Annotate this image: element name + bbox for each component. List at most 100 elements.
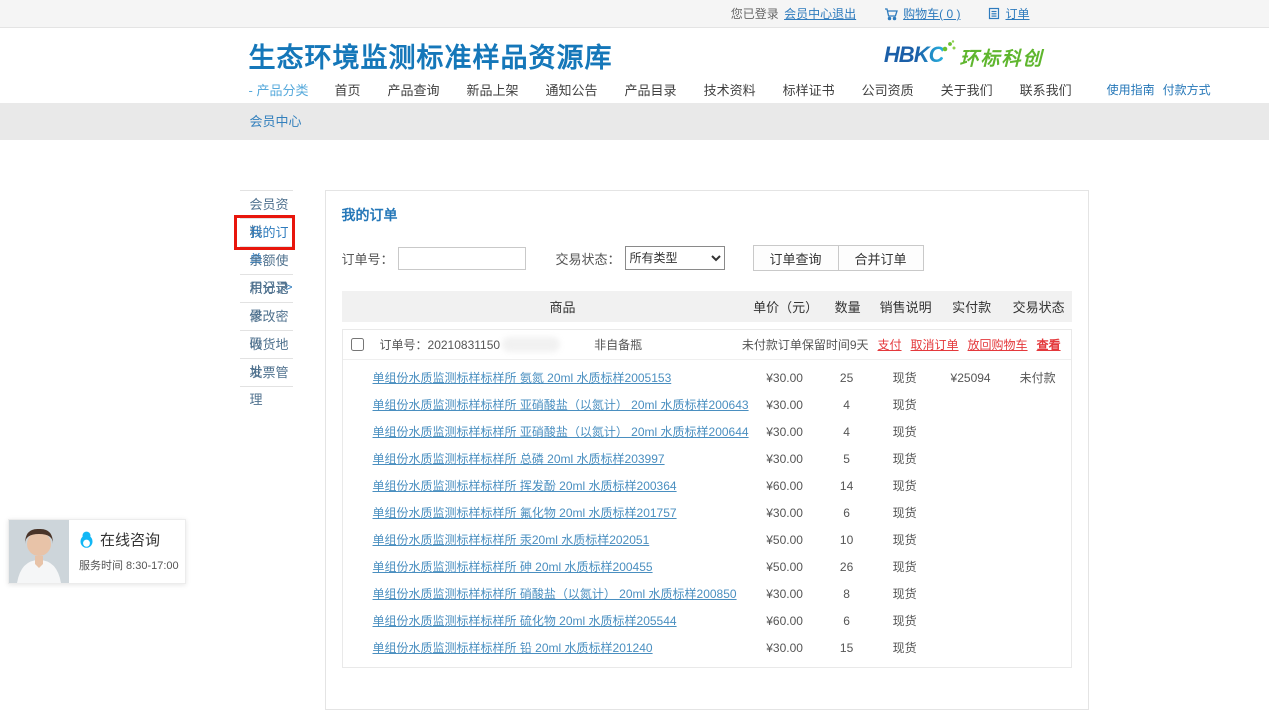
site-header: 生态环境监测标准样品资源库 HBKC 环标科创 - 产品分类 首页产品查询新品上…	[0, 28, 1269, 103]
chat-hours: 服务时间 8:30-17:00	[79, 557, 179, 573]
product-sale-note: 现货	[873, 558, 937, 575]
member-sidebar: 会员资料 我的订单> 余额使用记录 积分记录 修改密码 收货地址 发票管理	[240, 190, 293, 387]
product-row: 单组份水质监测标样标样所 氨氮 20ml 水质标样2005153 ¥30.00 …	[343, 364, 1071, 391]
sidebar-item-shipping-address[interactable]: 收货地址	[240, 331, 293, 359]
product-link[interactable]: 单组份水质监测标样标样所 总磷 20ml 水质标样203997	[351, 450, 749, 467]
order-number: 20210831150	[428, 338, 501, 352]
product-sale-note: 现货	[873, 639, 937, 656]
chat-title: 在线咨询	[100, 529, 160, 550]
product-price: ¥30.00	[749, 398, 821, 412]
status-label: 交易状态：	[556, 249, 621, 268]
product-paid-amount: ¥25094	[937, 371, 1005, 385]
cart-icon	[884, 7, 898, 21]
product-qty: 8	[821, 587, 873, 601]
product-price: ¥30.00	[749, 425, 821, 439]
nav-item[interactable]: 公司资质	[862, 80, 914, 99]
order-checkbox[interactable]	[351, 338, 364, 351]
product-qty: 4	[821, 425, 873, 439]
product-price: ¥30.00	[749, 371, 821, 385]
nav-item[interactable]: 产品查询	[388, 80, 440, 99]
breadcrumb-band: 会员中心	[0, 103, 1269, 140]
product-sale-note: 现货	[873, 531, 937, 548]
login-status: 您已登录 会员中心退出	[731, 5, 856, 22]
brand-logo: HBKC 环标科创	[884, 42, 1044, 71]
sidebar-item-points-records[interactable]: 积分记录	[240, 275, 293, 303]
product-row: 单组份水质监测标样标样所 氟化物 20ml 水质标样201757 ¥30.00 …	[343, 499, 1071, 526]
nav-item[interactable]: 产品目录	[625, 80, 677, 99]
product-link[interactable]: 单组份水质监测标样标样所 硫化物 20ml 水质标样205544	[351, 612, 749, 629]
product-row: 单组份水质监测标样标样所 亚硝酸盐（以氮计） 20ml 水质标样200643 ¥…	[343, 391, 1071, 418]
product-qty: 26	[821, 560, 873, 574]
product-price: ¥30.00	[749, 506, 821, 520]
product-row: 单组份水质监测标样标样所 硝酸盐（以氮计） 20ml 水质标样200850 ¥3…	[343, 580, 1071, 607]
hold-time-text: 未付款订单保留时间9天	[742, 336, 869, 353]
order-list-icon	[988, 7, 1000, 20]
chat-widget[interactable]: 在线咨询 服务时间 8:30-17:00	[8, 519, 186, 584]
status-select[interactable]: 所有类型	[625, 246, 725, 270]
product-row: 单组份水质监测标样标样所 挥发酚 20ml 水质标样200364 ¥60.00 …	[343, 472, 1071, 499]
nav-item[interactable]: 联系我们	[1020, 80, 1072, 99]
brand-abbr: HBKC	[884, 42, 944, 68]
product-link[interactable]: 单组份水质监测标样标样所 挥发酚 20ml 水质标样200364	[351, 477, 749, 494]
sidebar-item-my-orders[interactable]: 我的订单>	[240, 219, 293, 247]
sidebar-item-balance-records[interactable]: 余额使用记录	[240, 247, 293, 275]
sidebar-item-member-info[interactable]: 会员资料	[240, 191, 293, 219]
pay-link[interactable]: 支付	[878, 336, 902, 353]
header-unit-price: 单价（元）	[750, 297, 822, 316]
product-row: 单组份水质监测标样标样所 总磷 20ml 水质标样203997 ¥30.00 5…	[343, 445, 1071, 472]
product-link[interactable]: 单组份水质监测标样标样所 氟化物 20ml 水质标样201757	[351, 504, 749, 521]
product-qty: 5	[821, 452, 873, 466]
nav-item[interactable]: 通知公告	[546, 80, 598, 99]
header-trade-status: 交易状态	[1006, 297, 1072, 316]
nav-item[interactable]: 首页	[334, 80, 360, 99]
cancel-order-link[interactable]: 取消订单	[911, 336, 959, 353]
payment-method-link[interactable]: 付款方式	[1163, 81, 1211, 98]
product-link[interactable]: 单组份水质监测标样标样所 汞20ml 水质标样202051	[351, 531, 749, 548]
nav-item[interactable]: 标样证书	[783, 80, 835, 99]
product-price: ¥30.00	[749, 452, 821, 466]
nav-item[interactable]: 技术资料	[704, 80, 756, 99]
product-link[interactable]: 单组份水质监测标样标样所 亚硝酸盐（以氮计） 20ml 水质标样200644	[351, 423, 749, 440]
product-link[interactable]: 单组份水质监测标样标样所 亚硝酸盐（以氮计） 20ml 水质标样200643	[351, 396, 749, 413]
order-query-button[interactable]: 订单查询	[753, 245, 839, 271]
product-link[interactable]: 单组份水质监测标样标样所 氨氮 20ml 水质标样2005153	[351, 369, 749, 386]
view-order-link[interactable]: 查看	[1037, 336, 1061, 353]
product-sale-note: 现货	[873, 450, 937, 467]
nav-item[interactable]: 新品上架	[467, 80, 519, 99]
product-row: 单组份水质监测标样标样所 铅 20ml 水质标样201240 ¥30.00 15…	[343, 634, 1071, 661]
order-group: 订单号：20210831150 非自备瓶 未付款订单保留时间9天 支付 取消订单…	[342, 329, 1072, 668]
cart-link[interactable]: 购物车( 0 )	[903, 5, 960, 22]
product-price: ¥50.00	[749, 560, 821, 574]
logged-in-text: 您已登录	[731, 5, 779, 22]
main-nav: - 产品分类 首页 产品查询 新品上架 通知公告 产品目录 技术资料 标样证书 公司资质 关于我…	[249, 80, 1030, 99]
orders-table-rows: 单组份水质监测标样标样所 氨氮 20ml 水质标样2005153 ¥30.00 …	[343, 360, 1071, 667]
breadcrumb[interactable]: 会员中心	[250, 114, 302, 129]
nav-item[interactable]: 关于我们	[941, 80, 993, 99]
nav-item-product-category[interactable]: - 产品分类	[249, 80, 309, 99]
product-qty: 4	[821, 398, 873, 412]
product-sale-note: 现货	[873, 612, 937, 629]
product-sale-note: 现货	[873, 585, 937, 602]
sidebar-item-invoice-management[interactable]: 发票管理	[240, 359, 293, 387]
product-link[interactable]: 单组份水质监测标样标样所 砷 20ml 水质标样200455	[351, 558, 749, 575]
bottle-note: 非自备瓶	[594, 336, 642, 353]
product-row: 单组份水质监测标样标样所 亚硝酸盐（以氮计） 20ml 水质标样200644 ¥…	[343, 418, 1071, 445]
brand-dots-icon	[941, 39, 957, 60]
product-link[interactable]: 单组份水质监测标样标样所 铅 20ml 水质标样201240	[351, 639, 749, 656]
member-center-link[interactable]: 会员中心	[784, 5, 832, 22]
product-price: ¥50.00	[749, 533, 821, 547]
product-sale-note: 现货	[873, 423, 937, 440]
order-no-input[interactable]	[398, 247, 526, 270]
logout-link[interactable]: 退出	[832, 5, 856, 22]
orders-link[interactable]: 订单	[1005, 5, 1029, 22]
return-to-cart-link[interactable]: 放回购物车	[968, 336, 1028, 353]
sidebar-item-change-password[interactable]: 修改密码	[240, 303, 293, 331]
product-sale-note: 现货	[873, 477, 937, 494]
header-sale-note: 销售说明	[874, 297, 938, 316]
merge-orders-button[interactable]: 合并订单	[838, 245, 924, 271]
product-link[interactable]: 单组份水质监测标样标样所 硝酸盐（以氮计） 20ml 水质标样200850	[351, 585, 749, 602]
usage-guide-link[interactable]: 使用指南	[1107, 81, 1155, 98]
nav-items: 首页 产品查询 新品上架 通知公告 产品目录 技术资料 标样证书 公司资质 关于我们 联系我们	[334, 80, 1098, 99]
product-price: ¥30.00	[749, 587, 821, 601]
top-bar: 您已登录 会员中心退出 购物车( 0 ) 订单	[0, 0, 1269, 28]
